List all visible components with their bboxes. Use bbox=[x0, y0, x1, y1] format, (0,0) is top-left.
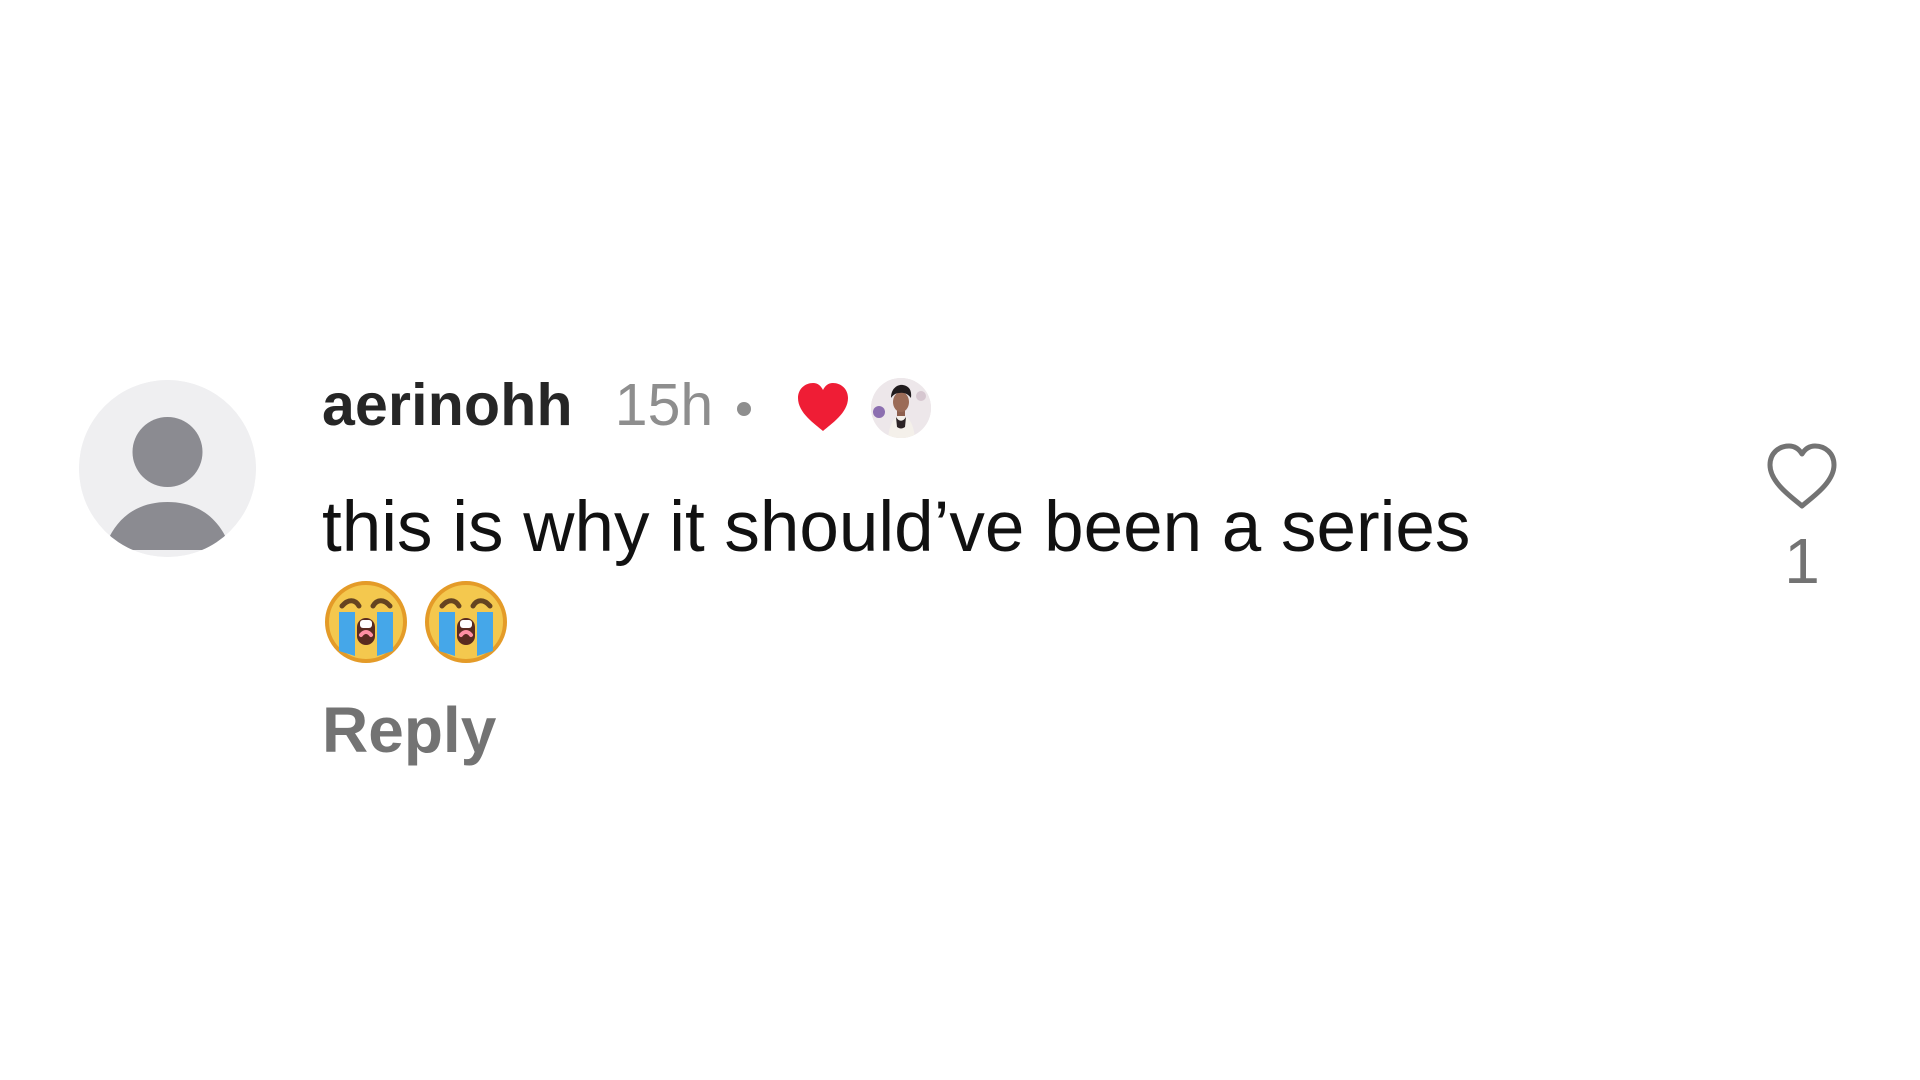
separator-dot bbox=[737, 402, 752, 416]
comment-emojis bbox=[322, 578, 510, 671]
username[interactable]: aerinohh bbox=[322, 371, 573, 439]
heart-outline-icon[interactable] bbox=[1762, 440, 1842, 512]
like-count: 1 bbox=[1784, 525, 1820, 597]
timestamp: 15h bbox=[614, 372, 714, 438]
default-profile-icon bbox=[79, 380, 256, 557]
page: aerinohh 15h this is why it should’ve be… bbox=[0, 0, 1920, 1080]
loudly-crying-face-emoji bbox=[422, 578, 510, 671]
creator-avatar bbox=[871, 378, 932, 438]
comment-header: aerinohh 15h bbox=[322, 365, 932, 445]
comment-item: aerinohh 15h this is why it should’ve be… bbox=[0, 0, 1920, 1080]
creator-photo-icon bbox=[871, 378, 932, 438]
creator-liked-heart-icon bbox=[751, 372, 853, 439]
loudly-crying-face-emoji bbox=[322, 578, 410, 671]
user-avatar[interactable] bbox=[79, 380, 256, 557]
comment-text: this is why it should’ve been a series bbox=[322, 488, 1471, 567]
like-control: 1 bbox=[1752, 440, 1852, 598]
reply-button[interactable]: Reply bbox=[322, 693, 496, 767]
